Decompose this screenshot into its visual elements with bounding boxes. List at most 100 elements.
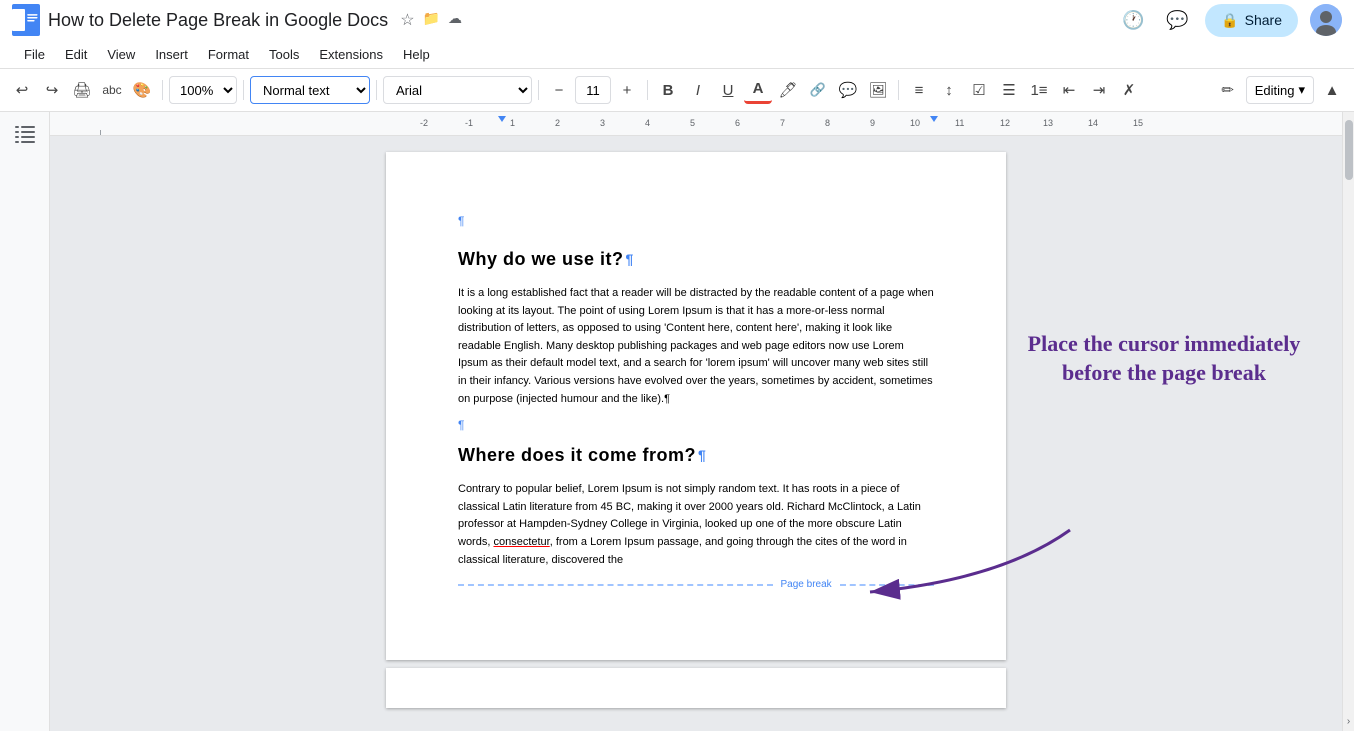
link-button[interactable]: 🔗 bbox=[804, 76, 832, 104]
body-paragraph-1: It is a long established fact that a rea… bbox=[458, 285, 934, 408]
heading2-para-mark: ¶ bbox=[698, 445, 706, 466]
heading-1: Why do we use it?¶ bbox=[458, 246, 934, 273]
para-mark-top: ¶ bbox=[458, 212, 934, 230]
page-break-dashes bbox=[458, 584, 773, 586]
spellcheck-button[interactable]: abc bbox=[98, 76, 126, 104]
svg-text:6: 6 bbox=[735, 118, 740, 128]
menu-view[interactable]: View bbox=[99, 44, 143, 65]
heading-2: Where does it come from?¶ bbox=[458, 442, 934, 469]
undo-button[interactable]: ↩ bbox=[8, 76, 36, 104]
separator-6 bbox=[898, 80, 899, 100]
menu-help[interactable]: Help bbox=[395, 44, 438, 65]
document-page: ¶ Why do we use it?¶ It is a long establ… bbox=[386, 152, 1006, 660]
highlight-button[interactable]: 🖊 bbox=[774, 76, 802, 104]
chevron-down-icon: ▾ bbox=[1298, 82, 1305, 98]
decrease-indent-button[interactable]: ⇤ bbox=[1055, 76, 1083, 104]
separator-3 bbox=[376, 80, 377, 100]
folder-icon[interactable]: 📁 bbox=[423, 10, 440, 30]
print-button[interactable]: 🖨 bbox=[68, 76, 96, 104]
line-spacing-button[interactable]: ↕ bbox=[935, 76, 963, 104]
title-icons: ☆ 📁 ☁ bbox=[400, 10, 462, 30]
menu-tools[interactable]: Tools bbox=[261, 44, 307, 65]
svg-text:-2: -2 bbox=[420, 118, 428, 128]
increase-indent-button[interactable]: ⇥ bbox=[1085, 76, 1113, 104]
svg-text:7: 7 bbox=[780, 118, 785, 128]
lock-icon: 🔒 bbox=[1221, 12, 1238, 29]
content-area: -2 -1 1 2 3 4 5 6 7 8 9 10 11 12 13 14 1… bbox=[50, 112, 1342, 731]
bold-button[interactable]: B bbox=[654, 76, 682, 104]
text-style-select[interactable]: Normal text Heading 1 Heading 2 Heading … bbox=[250, 76, 370, 104]
menu-edit[interactable]: Edit bbox=[57, 44, 95, 65]
menu-format[interactable]: Format bbox=[200, 44, 257, 65]
separator-5 bbox=[647, 80, 648, 100]
insert-comment-button[interactable]: 💬 bbox=[834, 76, 862, 104]
italic-button[interactable]: I bbox=[684, 76, 712, 104]
separator-4 bbox=[538, 80, 539, 100]
page-break-dashes-right bbox=[840, 584, 934, 586]
ruler: -2 -1 1 2 3 4 5 6 7 8 9 10 11 12 13 14 1… bbox=[50, 112, 1342, 136]
svg-text:8: 8 bbox=[825, 118, 830, 128]
svg-text:1: 1 bbox=[510, 118, 515, 128]
collapse-toolbar-button[interactable]: ▲ bbox=[1318, 76, 1346, 104]
align-button[interactable]: ≡ bbox=[905, 76, 933, 104]
body-paragraph-2: Contrary to popular belief, Lorem Ipsum … bbox=[458, 481, 934, 569]
main-content: -2 -1 1 2 3 4 5 6 7 8 9 10 11 12 13 14 1… bbox=[0, 112, 1354, 731]
svg-text:10: 10 bbox=[910, 118, 920, 128]
paint-format-button[interactable]: 🎨 bbox=[128, 76, 156, 104]
insert-image-button[interactable]: 🖼 bbox=[864, 76, 892, 104]
zoom-select[interactable]: 100% 75% 125% 150% bbox=[169, 76, 237, 104]
bullet-list-button[interactable]: ☰ bbox=[995, 76, 1023, 104]
underline-button[interactable]: U bbox=[714, 76, 742, 104]
svg-text:4: 4 bbox=[645, 118, 650, 128]
svg-text:5: 5 bbox=[690, 118, 695, 128]
menu-bar: File Edit View Insert Format Tools Exten… bbox=[0, 40, 1354, 68]
outline-button[interactable] bbox=[9, 120, 41, 155]
svg-text:11: 11 bbox=[955, 118, 964, 128]
star-icon[interactable]: ☆ bbox=[400, 10, 414, 30]
page-break-indicator: Page break bbox=[458, 577, 934, 592]
para-mark-mid: ¶ bbox=[458, 416, 934, 434]
decrease-font-button[interactable]: − bbox=[545, 76, 573, 104]
edit-pencil-button[interactable]: ✏ bbox=[1214, 76, 1242, 104]
toolbar: ↩ ↪ 🖨 abc 🎨 100% 75% 125% 150% Normal te… bbox=[0, 68, 1354, 112]
document-scroll-area[interactable]: ¶ Why do we use it?¶ It is a long establ… bbox=[50, 136, 1342, 731]
separator-2 bbox=[243, 80, 244, 100]
svg-text:3: 3 bbox=[600, 118, 605, 128]
comment-button[interactable]: 💬 bbox=[1161, 4, 1193, 36]
svg-text:15: 15 bbox=[1133, 118, 1143, 128]
clear-format-button[interactable]: ✗ bbox=[1115, 76, 1143, 104]
share-button[interactable]: 🔒 Share bbox=[1205, 4, 1298, 37]
svg-text:12: 12 bbox=[1000, 118, 1010, 128]
heading1-para-mark: ¶ bbox=[626, 249, 634, 270]
svg-text:13: 13 bbox=[1043, 118, 1053, 128]
svg-text:14: 14 bbox=[1088, 118, 1098, 128]
title-bar: How to Delete Page Break in Google Docs … bbox=[0, 0, 1354, 40]
cloud-icon[interactable]: ☁ bbox=[448, 10, 462, 30]
redo-button[interactable]: ↪ bbox=[38, 76, 66, 104]
consectetur-word: consectetur bbox=[493, 536, 549, 548]
menu-extensions[interactable]: Extensions bbox=[311, 44, 391, 65]
menu-insert[interactable]: Insert bbox=[147, 44, 196, 65]
checklist-button[interactable]: ☑ bbox=[965, 76, 993, 104]
next-page-stub bbox=[386, 668, 1006, 708]
google-docs-icon bbox=[12, 4, 40, 36]
increase-font-button[interactable]: + bbox=[613, 76, 641, 104]
header-actions: 🕐 💬 🔒 Share bbox=[1117, 4, 1342, 37]
text-color-button[interactable]: A bbox=[744, 76, 772, 104]
user-avatar[interactable] bbox=[1310, 4, 1342, 36]
svg-text:2: 2 bbox=[555, 118, 560, 128]
font-size-input[interactable] bbox=[575, 76, 611, 104]
numbered-list-button[interactable]: 1≡ bbox=[1025, 76, 1053, 104]
collapse-button[interactable]: › bbox=[1343, 712, 1354, 731]
toolbar-right: ✏ Editing ▾ ▲ bbox=[1214, 76, 1346, 104]
editing-mode-select[interactable]: Editing ▾ bbox=[1246, 76, 1314, 104]
svg-text:9: 9 bbox=[870, 118, 875, 128]
document-title: How to Delete Page Break in Google Docs bbox=[48, 10, 388, 31]
font-select[interactable]: Arial Times New Roman Courier New bbox=[383, 76, 532, 104]
scrollbar-thumb[interactable] bbox=[1345, 120, 1353, 180]
vertical-scrollbar[interactable]: › bbox=[1342, 112, 1354, 731]
left-sidebar bbox=[0, 112, 50, 731]
menu-file[interactable]: File bbox=[16, 44, 53, 65]
svg-text:-1: -1 bbox=[465, 118, 473, 128]
history-button[interactable]: 🕐 bbox=[1117, 4, 1149, 36]
